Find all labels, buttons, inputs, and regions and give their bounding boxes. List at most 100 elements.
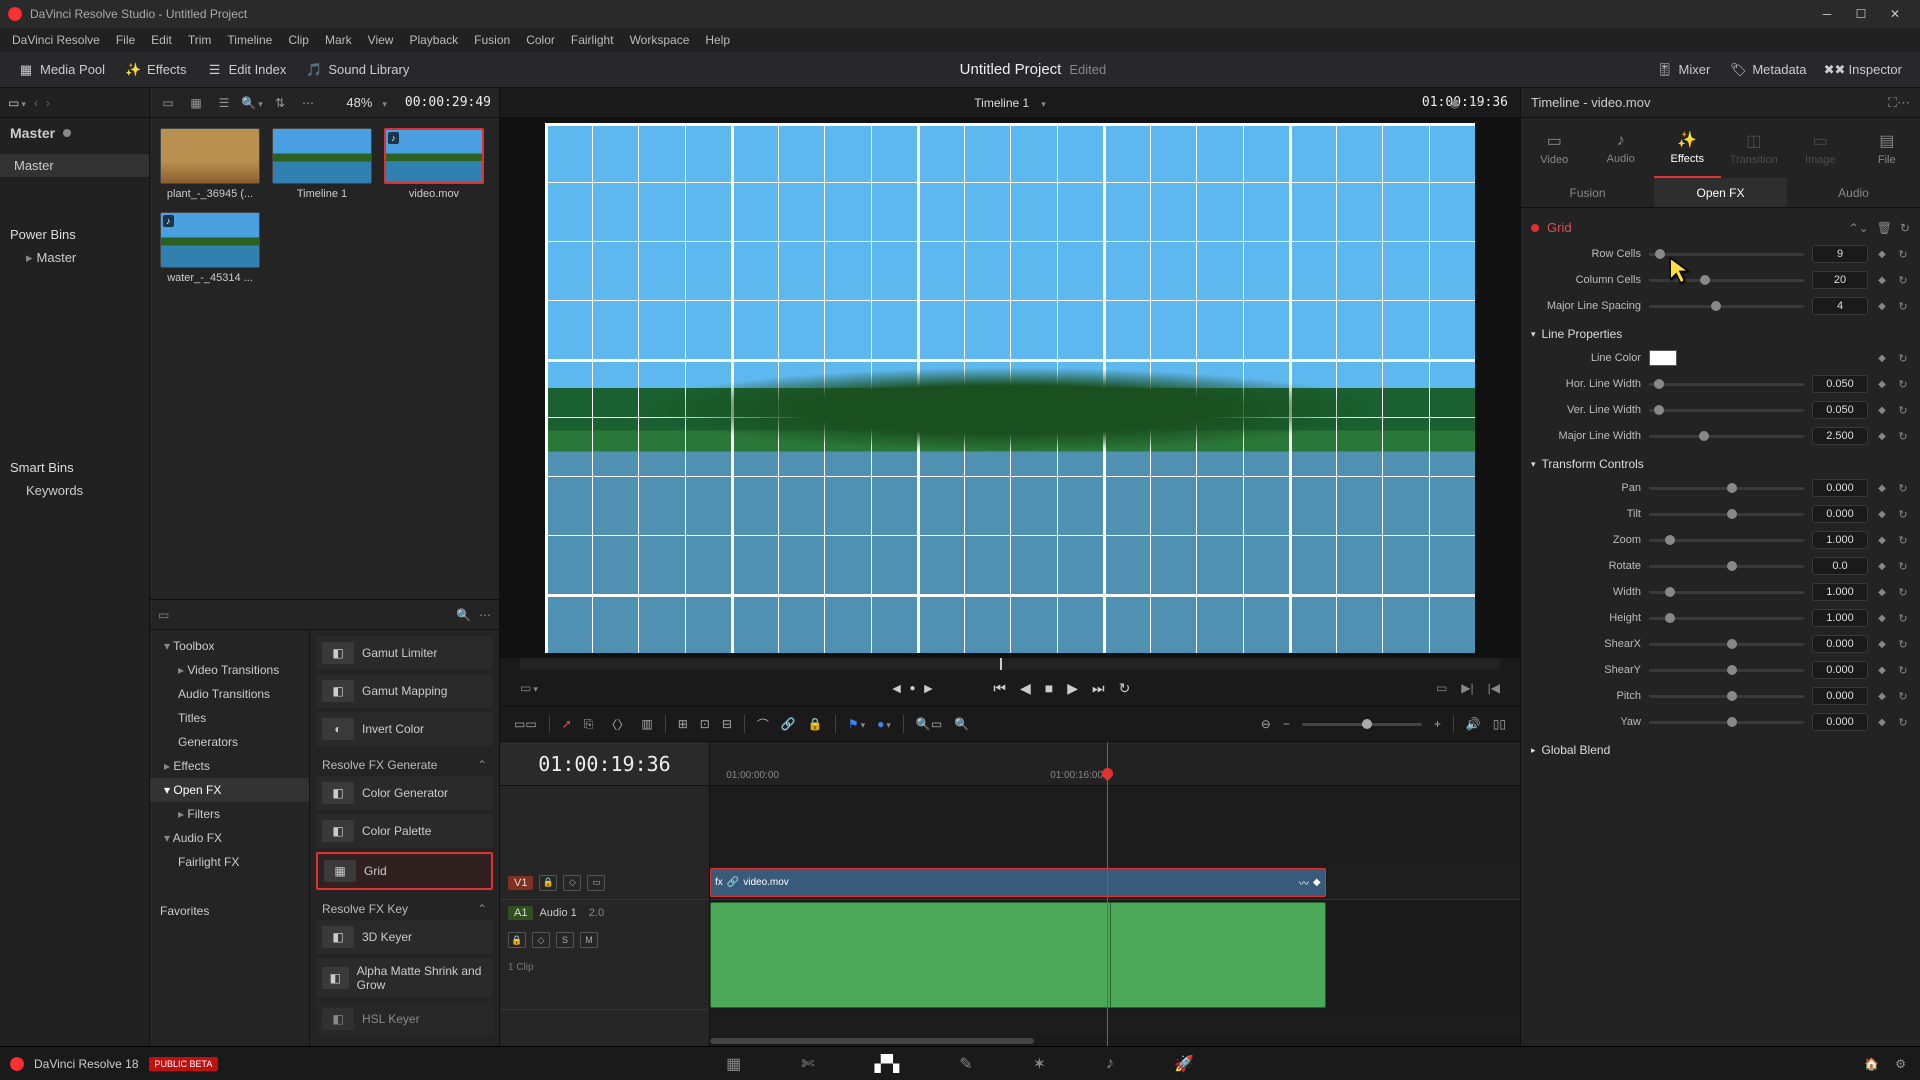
timeline-tracks[interactable]: 01:00:00:00 01:00:16:00 fx 🔗 video.mov 〰… (710, 742, 1520, 1046)
keyframe-icon[interactable]: ◆ (1876, 353, 1888, 364)
stop-icon[interactable]: ■ (1045, 680, 1053, 696)
value-pan[interactable]: 0.000 (1812, 479, 1868, 497)
power-bin-master[interactable]: ▸Master (0, 246, 149, 270)
blade-tool-icon[interactable]: ▥ (641, 717, 652, 731)
inspector-body[interactable]: Grid ⌃⌄ 🗑 ↻ Row Cells 9 ◆ ↻ Column Cells… (1521, 208, 1920, 1046)
reset-icon[interactable]: ↻ (1896, 690, 1910, 703)
maximize-button[interactable]: ☐ (1844, 0, 1878, 28)
reset-icon[interactable]: ↻ (1896, 300, 1910, 313)
flag-icon[interactable]: ⚑ (848, 717, 865, 731)
keyframe-icon[interactable]: ◆ (1876, 691, 1888, 702)
v1-lock-icon[interactable]: 🔒 (539, 875, 557, 891)
track-head-v1[interactable]: V1 🔒 ◇ ▭ (500, 866, 709, 900)
timeline-timecode[interactable]: 01:00:19:36 (500, 742, 709, 786)
home-icon[interactable]: 🏠 (1864, 1057, 1879, 1071)
color-swatch[interactable] (1649, 350, 1677, 366)
trim-tool-icon[interactable]: ⎘ (584, 717, 594, 732)
menu-workspace[interactable]: Workspace (622, 28, 698, 52)
close-button[interactable]: ✕ (1878, 0, 1912, 28)
fx-group-generate[interactable]: Resolve FX Generate⌃ (316, 750, 493, 776)
keyframe-icon[interactable]: ◆ (1876, 717, 1888, 728)
sort-icon[interactable]: ⇅ (270, 93, 290, 113)
reset-icon[interactable]: ↻ (1896, 378, 1910, 391)
slider-yaw[interactable] (1649, 721, 1804, 724)
fx-enable-dot[interactable] (1531, 224, 1539, 232)
a1-lock-icon[interactable]: 🔒 (508, 932, 526, 948)
zoom-in-icon[interactable]: + (1434, 717, 1441, 731)
reset-icon[interactable]: ↻ (1896, 482, 1910, 495)
fx-alpha-matte[interactable]: ◧Alpha Matte Shrink and Grow (316, 958, 493, 998)
keyframe-icon[interactable]: ◆ (1876, 613, 1888, 624)
menu-playback[interactable]: Playback (401, 28, 466, 52)
replace-icon[interactable]: ⊟ (722, 717, 732, 731)
a1-mute-icon[interactable]: M (580, 932, 598, 948)
page-color[interactable]: ✶ (1033, 1054, 1046, 1074)
fx-gamut-limiter[interactable]: ◧Gamut Limiter (316, 636, 493, 670)
fx-3d-keyer[interactable]: ◧3D Keyer (316, 920, 493, 954)
menu-view[interactable]: View (360, 28, 402, 52)
value-col-cells[interactable]: 20 (1812, 271, 1868, 289)
edit-index-toggle[interactable]: ☰Edit Index (197, 62, 297, 78)
keyframe-icon[interactable]: ◆ (1876, 275, 1888, 286)
slider-pitch[interactable] (1649, 695, 1804, 698)
zoom-percent[interactable]: 48% (346, 95, 372, 110)
play-reverse-icon[interactable]: ● (909, 683, 915, 694)
value-major-spacing[interactable]: 4 (1812, 297, 1868, 315)
list-view-icon[interactable]: ☰ (214, 93, 234, 113)
keyframe-icon[interactable]: ◆ (1876, 301, 1888, 312)
v1-tag[interactable]: V1 (508, 876, 533, 890)
clip-water[interactable]: ♪ water_-_45314 ... (160, 212, 260, 284)
subtab-openfx[interactable]: Open FX (1654, 178, 1787, 207)
fx-color-palette[interactable]: ◧Color Palette (316, 814, 493, 848)
keyframe-icon[interactable]: ◆ (1876, 405, 1888, 416)
menu-color[interactable]: Color (518, 28, 563, 52)
bin-header-icon[interactable]: ▭ (8, 96, 26, 110)
fx-audio-transitions[interactable]: Audio Transitions (150, 682, 309, 706)
fx-generators[interactable]: Generators (150, 730, 309, 754)
page-cut[interactable]: ✄ (801, 1054, 814, 1074)
section-transform[interactable]: ▾Transform Controls (1531, 449, 1910, 475)
clip-view-icon[interactable]: ▭ (158, 93, 178, 113)
fx-invert-color[interactable]: ◐Invert Color (316, 712, 493, 746)
more-icon[interactable]: ⋯ (298, 93, 318, 113)
keyframe-icon[interactable]: ◆ (1876, 561, 1888, 572)
slider-major-width[interactable] (1649, 435, 1804, 438)
reset-icon[interactable]: ↻ (1896, 612, 1910, 625)
fx-group-key[interactable]: Resolve FX Key⌃ (316, 894, 493, 920)
slider-row-cells[interactable] (1649, 253, 1804, 256)
a1-solo-icon[interactable]: S (556, 932, 574, 948)
prev-edit-icon[interactable]: ◄ (890, 680, 904, 696)
smart-bin-keywords[interactable]: Keywords (0, 479, 149, 502)
clip-video-track[interactable]: fx 🔗 video.mov 〰 ◆ (710, 868, 1326, 897)
reset-icon[interactable]: ↻ (1896, 638, 1910, 651)
slider-pan[interactable] (1649, 487, 1804, 490)
subtab-audio[interactable]: Audio (1787, 178, 1920, 207)
search-icon[interactable]: 🔍 (242, 93, 262, 113)
keyframe-icon[interactable]: ◆ (1876, 587, 1888, 598)
menu-trim[interactable]: Trim (180, 28, 220, 52)
menu-fusion[interactable]: Fusion (466, 28, 518, 52)
value-hor-width[interactable]: 0.050 (1812, 375, 1868, 393)
sound-library-toggle[interactable]: 🎵Sound Library (296, 62, 419, 78)
overwrite-icon[interactable]: ⊡ (700, 717, 710, 731)
match-frame-icon[interactable]: ▭ (1436, 681, 1447, 695)
fx-toolbox[interactable]: ▾ Toolbox (150, 634, 309, 658)
fx-updown-icon[interactable]: ⌃⌄ (1849, 221, 1869, 235)
menu-timeline[interactable]: Timeline (219, 28, 280, 52)
slider-col-cells[interactable] (1649, 279, 1804, 282)
find-clip-icon[interactable]: 🔍▭ (916, 717, 942, 731)
fx-titles[interactable]: Titles (150, 706, 309, 730)
audio-icon[interactable]: 🔊 (1466, 717, 1481, 731)
reset-icon[interactable]: ↻ (1896, 586, 1910, 599)
value-rotate[interactable]: 0.0 (1812, 557, 1868, 575)
fx-reset-icon[interactable]: ↻ (1900, 221, 1910, 235)
fx-video-transitions[interactable]: ▸ Video Transitions (150, 658, 309, 682)
fx-fairlight-fx[interactable]: Fairlight FX (150, 850, 309, 874)
go-end-icon[interactable]: ⏭ (1092, 680, 1105, 697)
subtab-fusion[interactable]: Fusion (1521, 178, 1654, 207)
zoom-fit-icon[interactable]: ⊖ (1261, 717, 1271, 731)
effects-toggle[interactable]: ✨Effects (115, 62, 197, 78)
value-shearx[interactable]: 0.000 (1812, 635, 1868, 653)
insert-icon[interactable]: ⊞ (678, 717, 688, 731)
value-yaw[interactable]: 0.000 (1812, 713, 1868, 731)
